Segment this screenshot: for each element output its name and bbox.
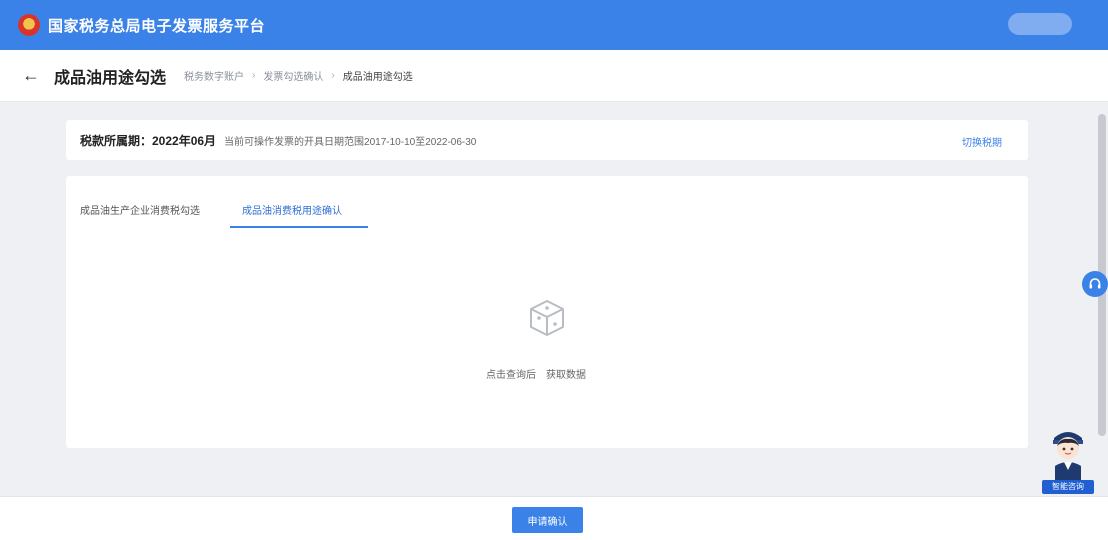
- switch-period-link[interactable]: 切换税期: [962, 134, 1002, 149]
- empty-box-icon: [528, 298, 566, 343]
- tax-period-bar: 税款所属期：2022年06月 当前可操作发票的开具日期范围2017-10-10至…: [66, 120, 1028, 160]
- confirm-button[interactable]: 申请确认: [512, 507, 583, 533]
- tax-emblem-icon: [18, 14, 40, 36]
- headset-icon[interactable]: [1082, 271, 1108, 297]
- tax-period-note: 当前可操作发票的开具日期范围2017-10-10至2022-06-30: [224, 136, 477, 148]
- tab-production-enterprise[interactable]: 成品油生产企业消费税勾选: [80, 202, 200, 217]
- breadcrumb-separator: ›: [331, 70, 335, 81]
- empty-state-text: 点击查询后 获取数据: [486, 366, 608, 381]
- site-title: 国家税务总局电子发票服务平台: [48, 17, 266, 35]
- tax-period-label: 税款所属期：2022年06月: [80, 133, 217, 148]
- page-title: 成品油用途勾选: [54, 69, 167, 87]
- user-account-pill[interactable]: [1008, 13, 1072, 35]
- tab-usage-confirmation[interactable]: 成品油消费税用途确认: [242, 202, 342, 217]
- active-tab-underline: [230, 226, 368, 228]
- empty-state-text-a: 点击查询后: [486, 370, 536, 381]
- tab-bar: 成品油生产企业消费税勾选 成品油消费税用途确认: [66, 176, 1028, 228]
- breadcrumb-item[interactable]: 税务数字账户: [184, 68, 244, 83]
- bottom-action-bar: 申请确认: [0, 496, 1108, 540]
- top-bar: 国家税务总局电子发票服务平台: [0, 0, 1108, 50]
- arrow-left-icon[interactable]: ←: [22, 65, 40, 86]
- breadcrumb-current: 成品油用途勾选: [342, 72, 413, 83]
- empty-state-text-b: 获取数据: [546, 370, 586, 381]
- main-card: 成品油生产企业消费税勾选 成品油消费税用途确认 点击查询后 获取数据: [66, 176, 1028, 448]
- breadcrumb-item[interactable]: 发票勾选确认: [263, 68, 323, 83]
- breadcrumb-separator: ›: [252, 70, 256, 81]
- page-header: ← 成品油用途勾选 税务数字账户 › 发票勾选确认 › 成品油用途勾选: [0, 50, 1108, 102]
- assistant-label[interactable]: 智能咨询: [1042, 480, 1094, 494]
